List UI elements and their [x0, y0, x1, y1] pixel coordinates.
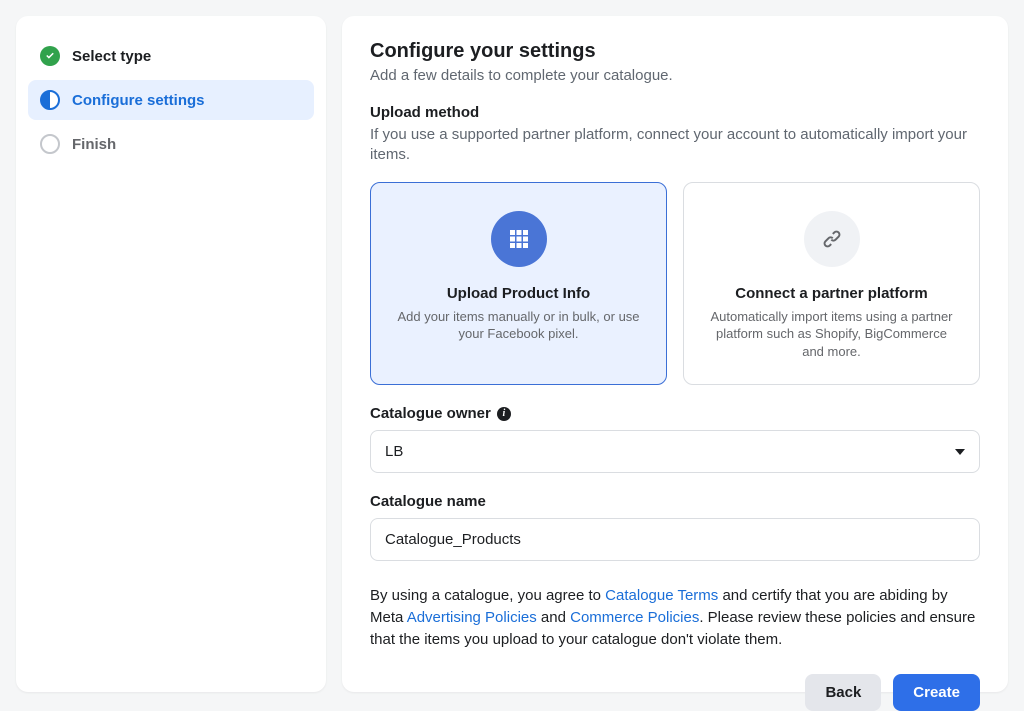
advertising-policies-link[interactable]: Advertising Policies	[407, 609, 537, 626]
info-icon[interactable]: i	[497, 407, 511, 421]
card-title: Connect a partner platform	[704, 285, 959, 302]
step-configure-settings[interactable]: Configure settings	[28, 80, 314, 120]
upload-method-title: Upload method	[370, 104, 980, 121]
page-subtitle: Add a few details to complete your catal…	[370, 67, 980, 84]
footer-actions: Back Create	[370, 674, 980, 711]
grid-icon	[491, 211, 547, 267]
main-panel: Configure your settings Add a few detail…	[342, 16, 1008, 692]
agreement-text: By using a catalogue, you agree to Catal…	[370, 585, 980, 650]
back-button[interactable]: Back	[805, 674, 881, 711]
catalogue-name-input[interactable]	[370, 518, 980, 561]
step-label: Configure settings	[72, 92, 205, 109]
label-text: Catalogue owner	[370, 405, 491, 422]
card-connect-partner[interactable]: Connect a partner platform Automatically…	[683, 182, 980, 386]
step-label: Select type	[72, 48, 151, 65]
step-finish[interactable]: Finish	[28, 124, 314, 164]
sidebar: Select type Configure settings Finish	[16, 16, 326, 692]
step-select-type[interactable]: Select type	[28, 36, 314, 76]
catalogue-name-label: Catalogue name	[370, 493, 980, 510]
select-value: LB	[385, 443, 403, 460]
commerce-policies-link[interactable]: Commerce Policies	[570, 609, 699, 626]
link-icon	[804, 211, 860, 267]
empty-circle-icon	[40, 134, 60, 154]
checkmark-icon	[40, 46, 60, 66]
upload-method-cards: Upload Product Info Add your items manua…	[370, 182, 980, 386]
half-circle-icon	[40, 90, 60, 110]
upload-method-desc: If you use a supported partner platform,…	[370, 125, 980, 166]
card-title: Upload Product Info	[391, 285, 646, 302]
card-desc: Automatically import items using a partn…	[704, 308, 959, 361]
create-button[interactable]: Create	[893, 674, 980, 711]
card-upload-product-info[interactable]: Upload Product Info Add your items manua…	[370, 182, 667, 386]
catalogue-terms-link[interactable]: Catalogue Terms	[605, 587, 718, 604]
chevron-down-icon	[955, 449, 965, 455]
page-title: Configure your settings	[370, 40, 980, 63]
label-text: Catalogue name	[370, 493, 486, 510]
catalogue-owner-label: Catalogue owner i	[370, 405, 980, 422]
card-desc: Add your items manually or in bulk, or u…	[391, 308, 646, 343]
step-label: Finish	[72, 136, 116, 153]
catalogue-owner-select[interactable]: LB	[370, 430, 980, 473]
